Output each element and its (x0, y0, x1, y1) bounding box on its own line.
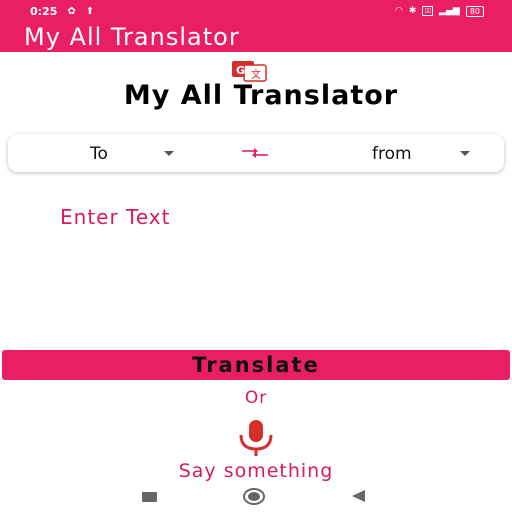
upload-icon: ⬆ (85, 5, 95, 17)
target-language-dropdown[interactable]: To (90, 144, 108, 164)
wifi-icon: ◠ (395, 6, 403, 16)
bluetooth-icon: ✱ (408, 6, 417, 16)
page-title: My All Translator (123, 80, 399, 111)
source-language-dropdown[interactable]: from (372, 144, 412, 164)
translate-button[interactable]: Translate (2, 350, 510, 380)
settings-icon: ✿ (67, 5, 76, 17)
home-icon[interactable] (243, 488, 265, 505)
svg-text:G: G (236, 64, 245, 77)
chevron-down-icon[interactable] (460, 151, 470, 156)
status-bar: 0:25 ✿ ⬆ ◠ ✱ ▯▯ ▂▄▆ 80 (0, 0, 512, 22)
chevron-down-icon[interactable] (164, 151, 174, 156)
battery-icon: 80 (465, 5, 484, 17)
navigation-bar (0, 482, 512, 512)
signal-icon: ▂▄▆ (439, 6, 460, 16)
text-input[interactable]: Enter Text (60, 205, 171, 229)
app-bar: My All Translator (0, 22, 512, 52)
or-label: Or (244, 388, 268, 408)
back-icon[interactable] (352, 490, 365, 502)
swap-arrows-icon[interactable] (238, 144, 272, 162)
recents-icon[interactable] (142, 492, 157, 502)
vibrate-icon: ▯▯ (422, 6, 434, 16)
microphone-icon[interactable] (231, 419, 281, 457)
voice-prompt[interactable]: Say something (0, 460, 512, 482)
status-time: 0:25 (30, 4, 58, 18)
app-bar-title: My All Translator (24, 23, 240, 51)
battery-level: 80 (469, 6, 480, 16)
google-translate-icon: G 文 (230, 60, 268, 82)
language-selector: To from (8, 134, 504, 172)
